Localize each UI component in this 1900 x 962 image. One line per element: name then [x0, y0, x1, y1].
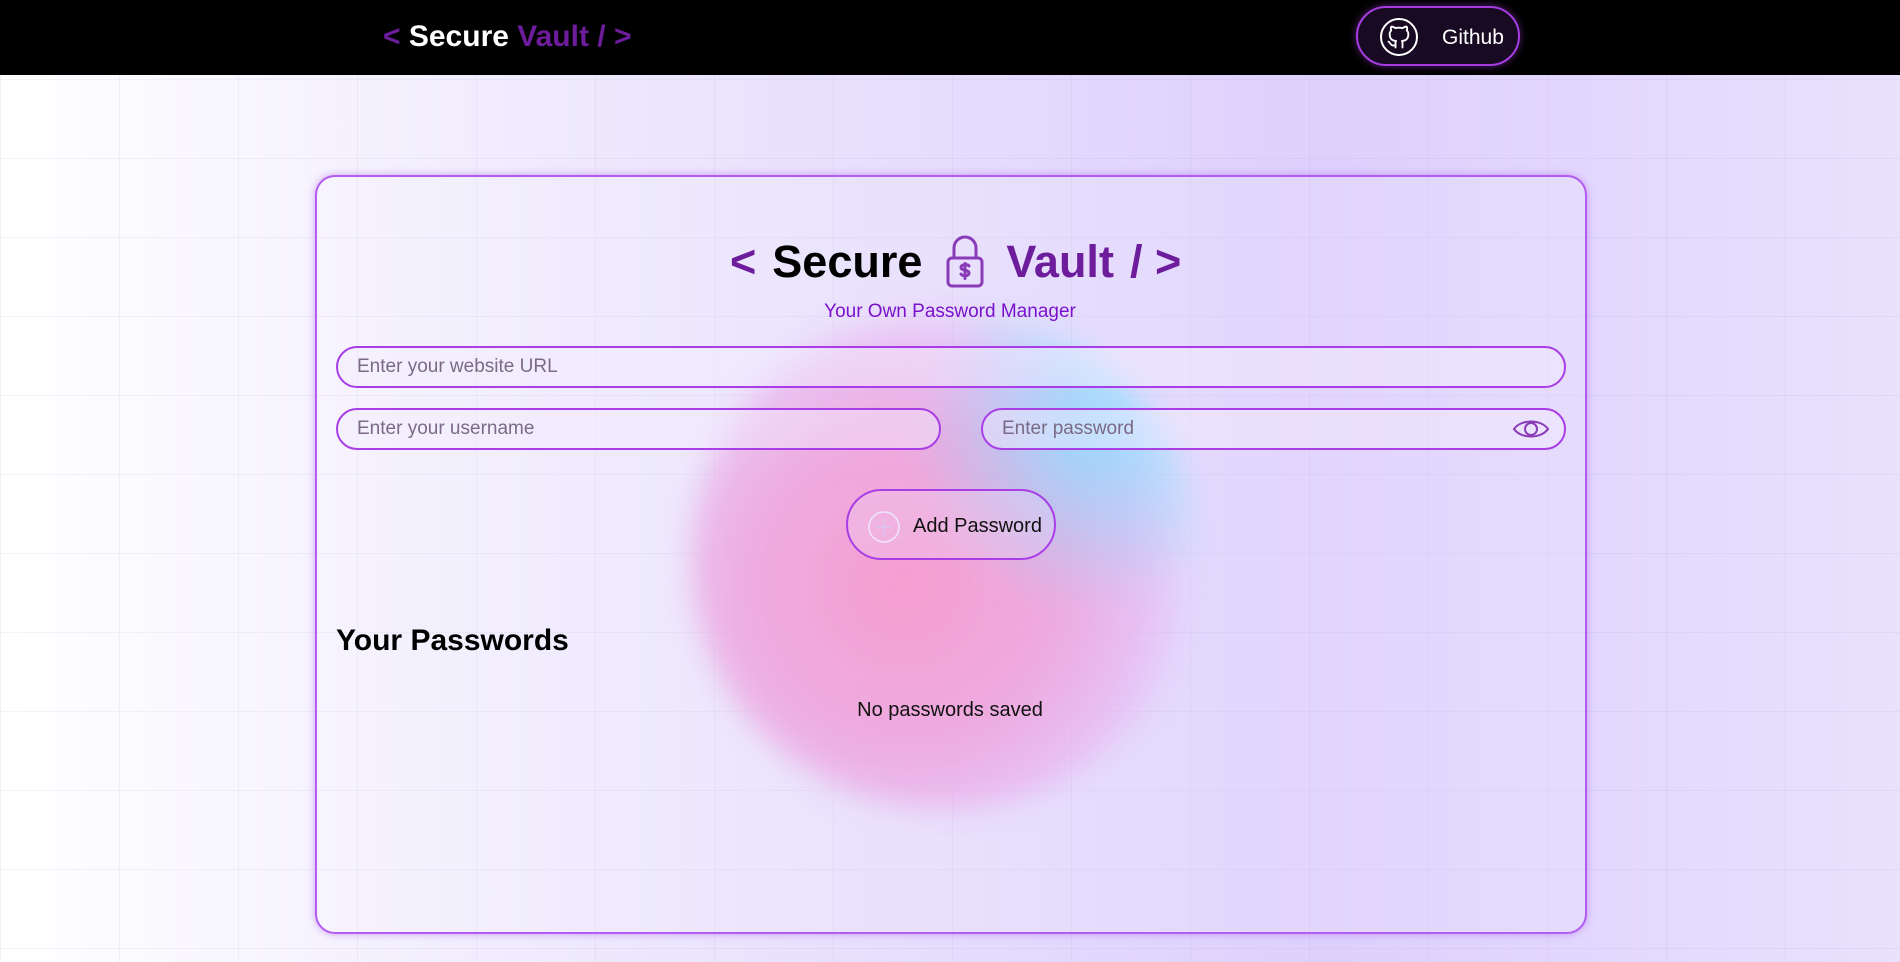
- eye-icon[interactable]: [1512, 417, 1550, 441]
- username-input[interactable]: [336, 408, 941, 450]
- add-password-label: Add Password: [913, 515, 1042, 537]
- hero-open-bracket: <: [730, 236, 757, 287]
- logo-open-bracket: <: [383, 20, 409, 53]
- hero-close-bracket: / >: [1129, 236, 1182, 287]
- github-button[interactable]: Github: [1356, 6, 1520, 66]
- logo-close-bracket: / >: [588, 20, 632, 53]
- nav-logo[interactable]: < Secure Vault / >: [383, 19, 632, 55]
- password-input[interactable]: [981, 408, 1566, 450]
- passwords-heading: Your Passwords: [336, 624, 569, 657]
- add-password-button[interactable]: Add Password: [846, 489, 1056, 560]
- logo-secure-text: Secure: [408, 20, 509, 53]
- navbar: < Secure Vault / > Github: [0, 0, 1900, 75]
- empty-state-message: No passwords saved: [857, 699, 1043, 721]
- github-icon: [1380, 18, 1418, 56]
- hero-secure-text: Secure: [772, 236, 923, 287]
- website-url-input[interactable]: [336, 346, 1566, 388]
- hero-title: < Secure Vault / >: [730, 234, 1181, 290]
- add-icon: [867, 510, 901, 544]
- logo-vault-text: Vault: [508, 20, 589, 53]
- lock-dollar-icon: [944, 234, 986, 290]
- hero-vault-text: Vault: [1006, 236, 1114, 287]
- github-label: Github: [1442, 26, 1504, 49]
- app-subtitle: Your Own Password Manager: [824, 301, 1076, 322]
